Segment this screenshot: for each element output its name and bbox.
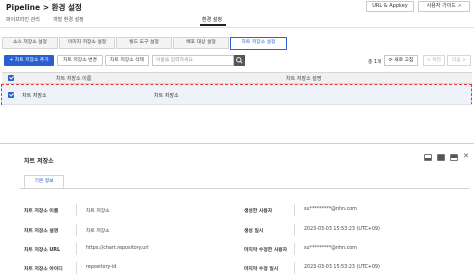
tab-deploy-target[interactable]: 배포 대상 설정	[173, 37, 229, 49]
field-separator	[294, 204, 295, 216]
field-separator	[76, 204, 77, 216]
field-value-modified-by: su*********@nhn.com	[304, 246, 357, 251]
field-separator	[76, 262, 77, 274]
header-divider	[0, 27, 474, 28]
url-appkey-label: URL & Appkey	[372, 3, 408, 9]
delete-chart-repo-button[interactable]: 차트 저장소 삭제	[105, 55, 149, 66]
field-label-modified-by: 마지막 수정한 사용자	[244, 248, 288, 253]
subnav-active-indicator	[200, 24, 226, 26]
field-label-url: 차트 저장소 URL	[24, 248, 61, 253]
refresh-button[interactable]: ⟳ 새로 고침	[384, 55, 418, 66]
field-label-id: 차트 저장소 아이디	[24, 267, 63, 272]
column-header-description[interactable]: 차트 저장소 설명	[286, 75, 321, 82]
field-label-modified-at: 마지막 수정 일시	[244, 267, 279, 272]
field-label-name: 차트 저장소 이름	[24, 209, 59, 214]
field-separator	[76, 224, 77, 236]
external-link-icon: ↗	[457, 4, 462, 9]
field-label-created-at: 생성 일시	[244, 229, 264, 234]
edit-chart-repo-button[interactable]: 차트 저장소 변경	[57, 55, 103, 66]
tab-build-tool[interactable]: 빌드 도구 설정	[116, 37, 172, 49]
subnav-item-dev-env[interactable]: 개발 환경 설정	[53, 16, 84, 23]
next-page-button[interactable]: 다음 >	[447, 55, 471, 66]
page-title: Pipeline > 환경 설정	[6, 3, 82, 12]
tab-chart-repo[interactable]: 차트 저장소 설정	[230, 37, 287, 50]
result-count: 총 1개	[368, 60, 382, 65]
detail-panel-divider	[0, 143, 474, 144]
add-chart-repo-button[interactable]: + 차트 저장소 추가	[4, 55, 54, 66]
field-separator	[294, 224, 295, 236]
close-icon[interactable]: ✕	[463, 152, 469, 160]
detail-tab-line	[20, 188, 470, 189]
tab-image-repo[interactable]: 이미지 저장소 설정	[59, 37, 115, 49]
row-divider	[2, 104, 472, 105]
search-icon	[236, 57, 243, 64]
search-input[interactable]: 이름을 입력하세요.	[152, 55, 234, 66]
field-value-created-by: su*********@nhn.com	[304, 207, 357, 212]
subnav-item-settings[interactable]: 환경 설정	[202, 16, 222, 23]
panel-layout-full-icon[interactable]	[437, 154, 445, 161]
column-header-name[interactable]: 차트 저장소 이름	[56, 75, 91, 82]
field-value-created-at: 2023-03-03 15:53:23 (UTC+09)	[304, 227, 380, 232]
field-separator	[76, 243, 77, 255]
panel-layout-bottom-icon[interactable]	[424, 154, 432, 161]
selection-highlight	[1, 84, 472, 105]
url-appkey-button[interactable]: URL & Appkey	[366, 1, 414, 12]
field-value-modified-at: 2023-03-03 15:53:23 (UTC+09)	[304, 265, 380, 270]
detail-panel-title: 차트 저장소	[24, 158, 54, 165]
subnav-item-pipeline[interactable]: 파이프라인 관리	[6, 16, 40, 23]
panel-layout-top-icon[interactable]	[450, 154, 458, 161]
field-label-description: 차트 저장소 설명	[24, 229, 59, 234]
select-all-checkbox[interactable]	[8, 75, 14, 81]
field-separator	[294, 243, 295, 255]
search-button[interactable]	[234, 55, 245, 66]
tab-source-repo[interactable]: 소스 저장소 설정	[2, 37, 58, 49]
user-guide-button[interactable]: 사용자 가이드 ↗	[418, 1, 470, 12]
field-value-name: 차트 저장소	[86, 209, 110, 214]
prev-page-button[interactable]: < 이전	[423, 55, 445, 66]
user-guide-label: 사용자 가이드	[426, 3, 456, 9]
tab-basic-info[interactable]: 기본 정보	[24, 175, 64, 188]
field-label-created-by: 생성한 사용자	[244, 209, 273, 214]
field-value-id: repository-id	[86, 265, 117, 270]
field-value-description: 차트 저장소	[86, 229, 110, 234]
field-value-url: https://chart.repository.url	[86, 246, 149, 251]
field-separator	[294, 262, 295, 274]
